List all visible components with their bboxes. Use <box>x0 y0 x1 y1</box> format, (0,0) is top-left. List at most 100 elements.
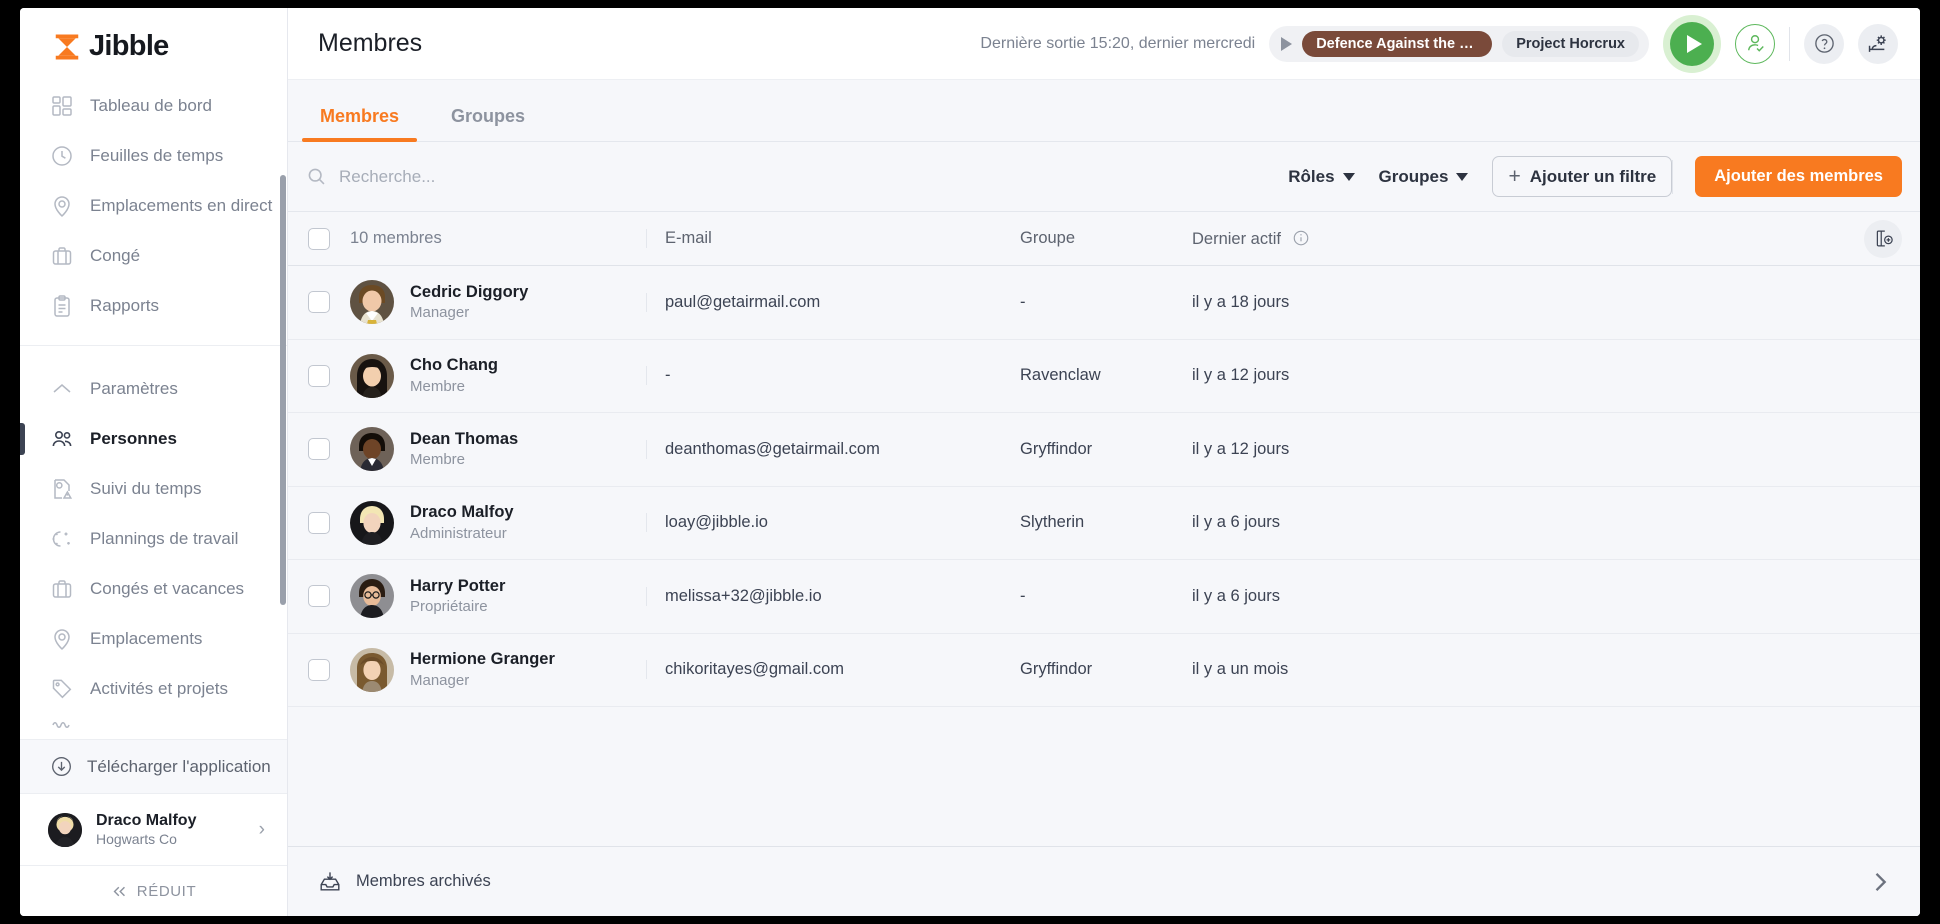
table-row[interactable]: Hermione Granger Manager chikoritayes@gm… <box>288 634 1920 708</box>
sidebar-nav: Tableau de bord Feuilles de temps Emplac… <box>20 77 287 739</box>
table-footer: Membres archivés <box>288 846 1920 916</box>
search-input[interactable] <box>339 167 539 187</box>
tab-membres[interactable]: Membres <box>302 96 417 141</box>
app-logo[interactable]: Jibble <box>20 8 287 77</box>
member-last-active: il y a 18 jours <box>1192 293 1846 312</box>
filter-bar: Rôles Groupes + Ajouter un filtre Ajoute… <box>288 142 1920 211</box>
add-filter-button[interactable]: + Ajouter un filtre <box>1492 156 1672 197</box>
draco-avatar <box>350 501 394 545</box>
member-cell: Cho Chang Membre <box>350 354 646 398</box>
clock-in-member-button[interactable] <box>1735 24 1775 64</box>
sidebar-secondary-group: Paramètres Personnes Suivi du temps <box>20 345 287 736</box>
current-activity-pill[interactable]: Defence Against the Da... Project Horcru… <box>1269 26 1649 62</box>
play-small-icon <box>1281 37 1292 51</box>
hourglass-logo-icon <box>52 32 82 62</box>
member-text: Hermione Granger Manager <box>410 648 555 691</box>
member-email: chikoritayes@gmail.com <box>646 660 1020 679</box>
member-text: Dean Thomas Membre <box>410 428 518 471</box>
time-tracking-icon <box>50 477 74 501</box>
sidebar-item-label: Suivi du temps <box>90 479 202 499</box>
member-group: Gryffindor <box>1020 440 1192 459</box>
sidebar-item-work-schedules[interactable]: Plannings de travail <box>20 514 287 564</box>
group-header-label: Groupe <box>1020 229 1075 247</box>
member-text: Cho Chang Membre <box>410 354 498 397</box>
help-button[interactable] <box>1804 24 1844 64</box>
sidebar-item-reports[interactable]: Rapports <box>20 281 287 331</box>
download-app-button[interactable]: Télécharger l'application <box>20 739 287 794</box>
page-title: Membres <box>318 29 422 58</box>
sidebar-primary-group: Tableau de bord Feuilles de temps Emplac… <box>20 77 287 331</box>
row-checkbox[interactable] <box>308 291 330 313</box>
table-row[interactable]: Harry Potter Propriétaire melissa+32@jib… <box>288 560 1920 634</box>
briefcase-icon <box>50 577 74 601</box>
add-filter-label: Ajouter un filtre <box>1530 167 1657 187</box>
last-clock-out-status: Dernière sortie 15:20, dernier mercredi <box>980 35 1255 53</box>
start-timer-button[interactable] <box>1663 15 1721 73</box>
project-tag[interactable]: Project Horcrux <box>1502 31 1639 57</box>
email-header-label: E-mail <box>665 229 712 247</box>
table-row[interactable]: Cedric Diggory Manager paul@getairmail.c… <box>288 266 1920 340</box>
select-all-checkbox[interactable] <box>308 228 330 250</box>
gear-icon <box>1866 31 1891 56</box>
search-box[interactable] <box>306 166 556 187</box>
member-role: Membre <box>410 451 465 468</box>
sidebar-item-label: Tableau de bord <box>90 96 212 116</box>
sidebar-item-label: Rapports <box>90 296 159 316</box>
groups-filter-label: Groupes <box>1379 167 1449 187</box>
content-panel: Membres Groupes Rôles Groupes <box>288 80 1920 916</box>
plus-icon: + <box>1508 166 1520 187</box>
member-cell: Draco Malfoy Administrateur <box>350 501 646 545</box>
clock-icon <box>50 144 74 168</box>
member-text: Harry Potter Propriétaire <box>410 575 505 618</box>
sidebar-item-leaves-holidays[interactable]: Congés et vacances <box>20 564 287 614</box>
avatar <box>350 427 394 471</box>
row-checkbox[interactable] <box>308 365 330 387</box>
row-select-cell <box>288 438 350 460</box>
table-header-row: 10 membres E-mail Groupe Dernier actif <box>288 212 1920 266</box>
row-checkbox[interactable] <box>308 659 330 681</box>
sidebar-item-locations[interactable]: Emplacements <box>20 614 287 664</box>
avatar <box>48 813 82 847</box>
row-checkbox[interactable] <box>308 438 330 460</box>
add-members-button[interactable]: Ajouter des membres <box>1695 156 1902 197</box>
sidebar-item-personnes[interactable]: Personnes <box>20 414 287 464</box>
sidebar-item-timesheets[interactable]: Feuilles de temps <box>20 131 287 181</box>
sidebar-item-partially-hidden[interactable] <box>20 714 287 736</box>
activity-tag[interactable]: Defence Against the Da... <box>1302 31 1492 57</box>
archived-members-link[interactable]: Membres archivés <box>318 870 491 894</box>
row-checkbox[interactable] <box>308 512 330 534</box>
filter-divider <box>1672 160 1673 194</box>
sidebar-item-activities-projects[interactable]: Activités et projets <box>20 664 287 714</box>
table-row[interactable]: Dean Thomas Membre deanthomas@getairmail… <box>288 413 1920 487</box>
sidebar-item-settings[interactable]: Paramètres <box>20 364 287 414</box>
main-area: Membres Dernière sortie 15:20, dernier m… <box>288 8 1920 916</box>
collapse-sidebar-button[interactable]: RÉDUIT <box>20 866 287 916</box>
member-name: Harry Potter <box>410 577 505 595</box>
column-header-count: 10 membres <box>350 229 646 248</box>
table-body: Cedric Diggory Manager paul@getairmail.c… <box>288 266 1920 846</box>
row-select-cell <box>288 659 350 681</box>
member-cell: Cedric Diggory Manager <box>350 280 646 324</box>
sidebar-item-live-locations[interactable]: Emplacements en direct <box>20 181 287 231</box>
sidebar-item-dashboard[interactable]: Tableau de bord <box>20 81 287 131</box>
account-switcher[interactable]: Draco Malfoy Hogwarts Co › <box>20 794 287 866</box>
roles-filter-dropdown[interactable]: Rôles <box>1288 167 1354 187</box>
sidebar-item-time-tracking[interactable]: Suivi du temps <box>20 464 287 514</box>
chevron-right-icon[interactable] <box>1866 868 1894 896</box>
table-row[interactable]: Cho Chang Membre - Ravenclaw il y a 12 j… <box>288 340 1920 414</box>
tab-bar: Membres Groupes <box>288 80 1920 142</box>
avatar <box>350 501 394 545</box>
member-group: Gryffindor <box>1020 660 1192 679</box>
add-column-button[interactable] <box>1864 220 1902 258</box>
tab-groupes[interactable]: Groupes <box>433 96 543 141</box>
sidebar-item-leave[interactable]: Congé <box>20 231 287 281</box>
row-checkbox[interactable] <box>308 585 330 607</box>
play-button-inner <box>1670 22 1714 66</box>
roles-filter-label: Rôles <box>1288 167 1334 187</box>
info-icon[interactable] <box>1292 229 1310 247</box>
member-name: Draco Malfoy <box>410 503 514 521</box>
groups-filter-dropdown[interactable]: Groupes <box>1379 167 1469 187</box>
table-row[interactable]: Draco Malfoy Administrateur loay@jibble.… <box>288 487 1920 561</box>
avatar <box>350 574 394 618</box>
settings-button[interactable] <box>1858 24 1898 64</box>
